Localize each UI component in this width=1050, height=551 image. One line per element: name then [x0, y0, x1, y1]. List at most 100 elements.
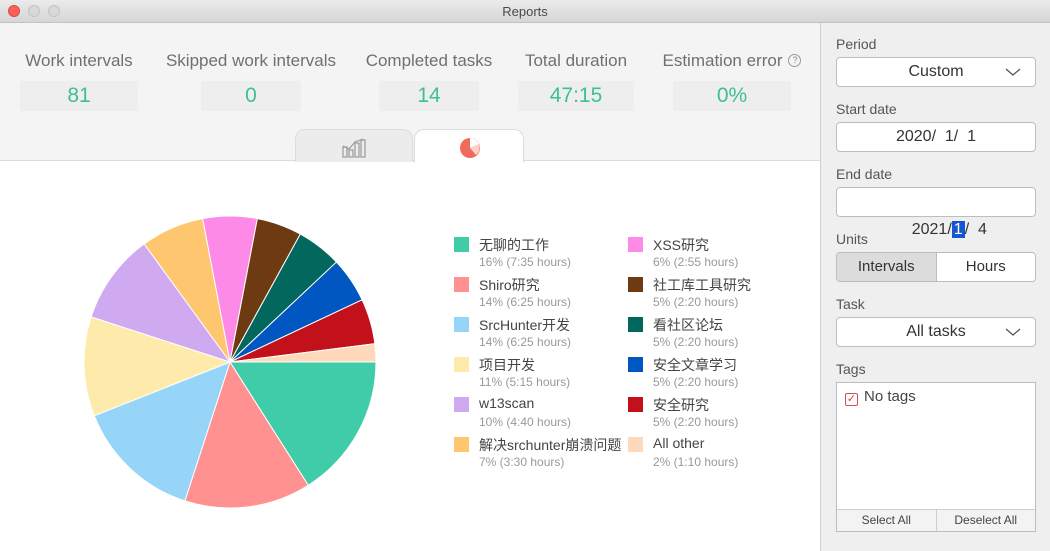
- tag-name: No tags: [864, 388, 916, 405]
- legend-label: 无聊的工作: [479, 237, 549, 253]
- legend-label: 社工库工具研究: [653, 277, 751, 293]
- legend-swatch: [454, 277, 469, 292]
- legend-detail: 10% (4:40 hours): [479, 415, 572, 429]
- legend-detail: 16% (7:35 hours): [479, 255, 572, 269]
- start-date-value: 2020/ 1/ 1: [895, 128, 977, 145]
- legend-detail: 14% (6:25 hours): [479, 295, 572, 309]
- legend-detail: 7% (3:30 hours): [479, 455, 565, 469]
- period-label: Period: [836, 36, 877, 52]
- tag-item-no-tags[interactable]: ✓ No tags: [845, 388, 916, 406]
- chevron-down-icon: [1005, 68, 1021, 76]
- pie-chart-area: 无聊的工作 16% (7:35 hours) Shiro研究 14% (6:25 ho…: [0, 162, 820, 551]
- legend-item: SrcHunter开发 14% (6:25 hours): [454, 314, 634, 354]
- report-main: Work intervals 81 Skipped work intervals…: [0, 23, 820, 551]
- legend-swatch: [628, 357, 643, 372]
- tag-checkbox[interactable]: ✓: [845, 393, 858, 406]
- period-value: Custom: [908, 63, 964, 80]
- legend-label: SrcHunter开发: [479, 317, 571, 333]
- period-select[interactable]: Custom: [836, 57, 1036, 87]
- tags-footer: Select All Deselect All: [837, 509, 1035, 531]
- legend-item: Shiro研究 14% (6:25 hours): [454, 274, 634, 314]
- legend-swatch: [454, 437, 469, 452]
- legend-label: 看社区论坛: [653, 317, 723, 333]
- legend-item: w13scan 10% (4:40 hours): [454, 394, 634, 434]
- stat-total-duration: Total duration 47:15: [518, 51, 634, 111]
- stat-value: 81: [20, 81, 138, 111]
- legend-label: All other: [653, 435, 705, 451]
- legend-label: 安全研究: [653, 397, 709, 413]
- chevron-down-icon: [1005, 328, 1021, 336]
- window-title: Reports: [502, 4, 548, 19]
- end-date-field[interactable]: 2021/1/ 4: [836, 187, 1036, 238]
- legend-label: 项目开发: [479, 357, 535, 373]
- legend-item: 社工库工具研究 5% (2:20 hours): [628, 274, 808, 314]
- legend-label: 解决srchunter崩溃问题: [479, 437, 622, 453]
- stat-label: Skipped work intervals: [165, 51, 337, 70]
- stat-label: Estimation error?: [656, 51, 808, 71]
- select-all-button[interactable]: Select All: [837, 510, 936, 531]
- stat-value: 0: [201, 81, 301, 111]
- task-value: All tasks: [906, 323, 966, 340]
- stat-work-intervals: Work intervals 81: [20, 51, 138, 111]
- deselect-all-button[interactable]: Deselect All: [935, 510, 1036, 531]
- legend-detail: 5% (2:20 hours): [653, 295, 739, 309]
- filter-sidebar: Period Custom Start date 2020/ 1/ 1 End …: [820, 23, 1050, 551]
- tags-label: Tags: [836, 361, 866, 377]
- start-date-label: Start date: [836, 101, 897, 117]
- legend-swatch: [454, 317, 469, 332]
- legend-item: 解决srchunter崩溃问题 7% (3:30 hours): [454, 434, 634, 474]
- legend-swatch: [454, 237, 469, 252]
- bar-chart-icon: [342, 138, 366, 158]
- stat-completed-tasks: Completed tasks 14: [360, 51, 498, 111]
- legend-swatch: [628, 237, 643, 252]
- legend-item: 安全文章学习 5% (2:20 hours): [628, 354, 808, 394]
- legend-detail: 11% (5:15 hours): [479, 375, 571, 389]
- units-intervals-button[interactable]: Intervals: [837, 253, 936, 281]
- legend-label: XSS研究: [653, 237, 710, 253]
- legend-swatch: [628, 317, 643, 332]
- end-date-month[interactable]: 1: [951, 221, 965, 238]
- end-date-label: End date: [836, 166, 893, 182]
- stat-value: 14: [379, 81, 479, 111]
- title-bar: Reports: [0, 0, 1050, 23]
- legend-swatch: [628, 277, 643, 292]
- legend-detail: 5% (2:20 hours): [653, 375, 739, 389]
- legend-label: Shiro研究: [479, 277, 540, 293]
- legend-item: 项目开发 11% (5:15 hours): [454, 354, 634, 394]
- end-date-day[interactable]: / 4: [965, 221, 987, 238]
- legend-item: All other 2% (1:10 hours): [628, 434, 808, 474]
- task-label: Task: [836, 296, 865, 312]
- units-hours-button[interactable]: Hours: [935, 253, 1035, 281]
- legend-detail: 14% (6:25 hours): [479, 335, 572, 349]
- stat-label-text: Estimation error: [662, 51, 783, 70]
- task-select[interactable]: All tasks: [836, 317, 1036, 347]
- legend-swatch: [454, 397, 469, 412]
- stat-estimation-error: Estimation error? 0%: [656, 51, 808, 111]
- help-icon[interactable]: ?: [788, 54, 802, 67]
- end-date-year[interactable]: 2021/: [912, 221, 952, 238]
- stat-label: Work intervals: [25, 51, 133, 70]
- stat-label: Completed tasks: [365, 51, 493, 70]
- legend-item: XSS研究 6% (2:55 hours): [628, 234, 808, 274]
- legend-detail: 5% (2:20 hours): [653, 335, 739, 349]
- legend-detail: 2% (1:10 hours): [653, 455, 739, 469]
- pie-chart-icon: [460, 138, 480, 158]
- start-date-field[interactable]: 2020/ 1/ 1: [836, 122, 1036, 152]
- legend-label: w13scan: [479, 395, 535, 411]
- legend-item: 无聊的工作 16% (7:35 hours): [454, 234, 634, 274]
- tags-list: ✓ No tags Select All Deselect All: [836, 382, 1036, 532]
- stat-value: 0%: [673, 81, 791, 111]
- legend-label: 安全文章学习: [653, 357, 737, 373]
- reports-window: Reports Work intervals 81 Skipped work i…: [0, 0, 1050, 551]
- units-segmented-control: Intervals Hours: [836, 252, 1036, 282]
- stat-label: Total duration: [524, 51, 628, 70]
- legend-swatch: [628, 437, 643, 452]
- pie-chart-tab[interactable]: [414, 129, 524, 163]
- stat-value: 47:15: [518, 81, 634, 111]
- legend-detail: 6% (2:55 hours): [653, 255, 739, 269]
- bar-chart-tab[interactable]: [295, 129, 413, 163]
- legend-item: 看社区论坛 5% (2:20 hours): [628, 314, 808, 354]
- legend-swatch: [454, 357, 469, 372]
- legend-swatch: [628, 397, 643, 412]
- legend-detail: 5% (2:20 hours): [653, 415, 739, 429]
